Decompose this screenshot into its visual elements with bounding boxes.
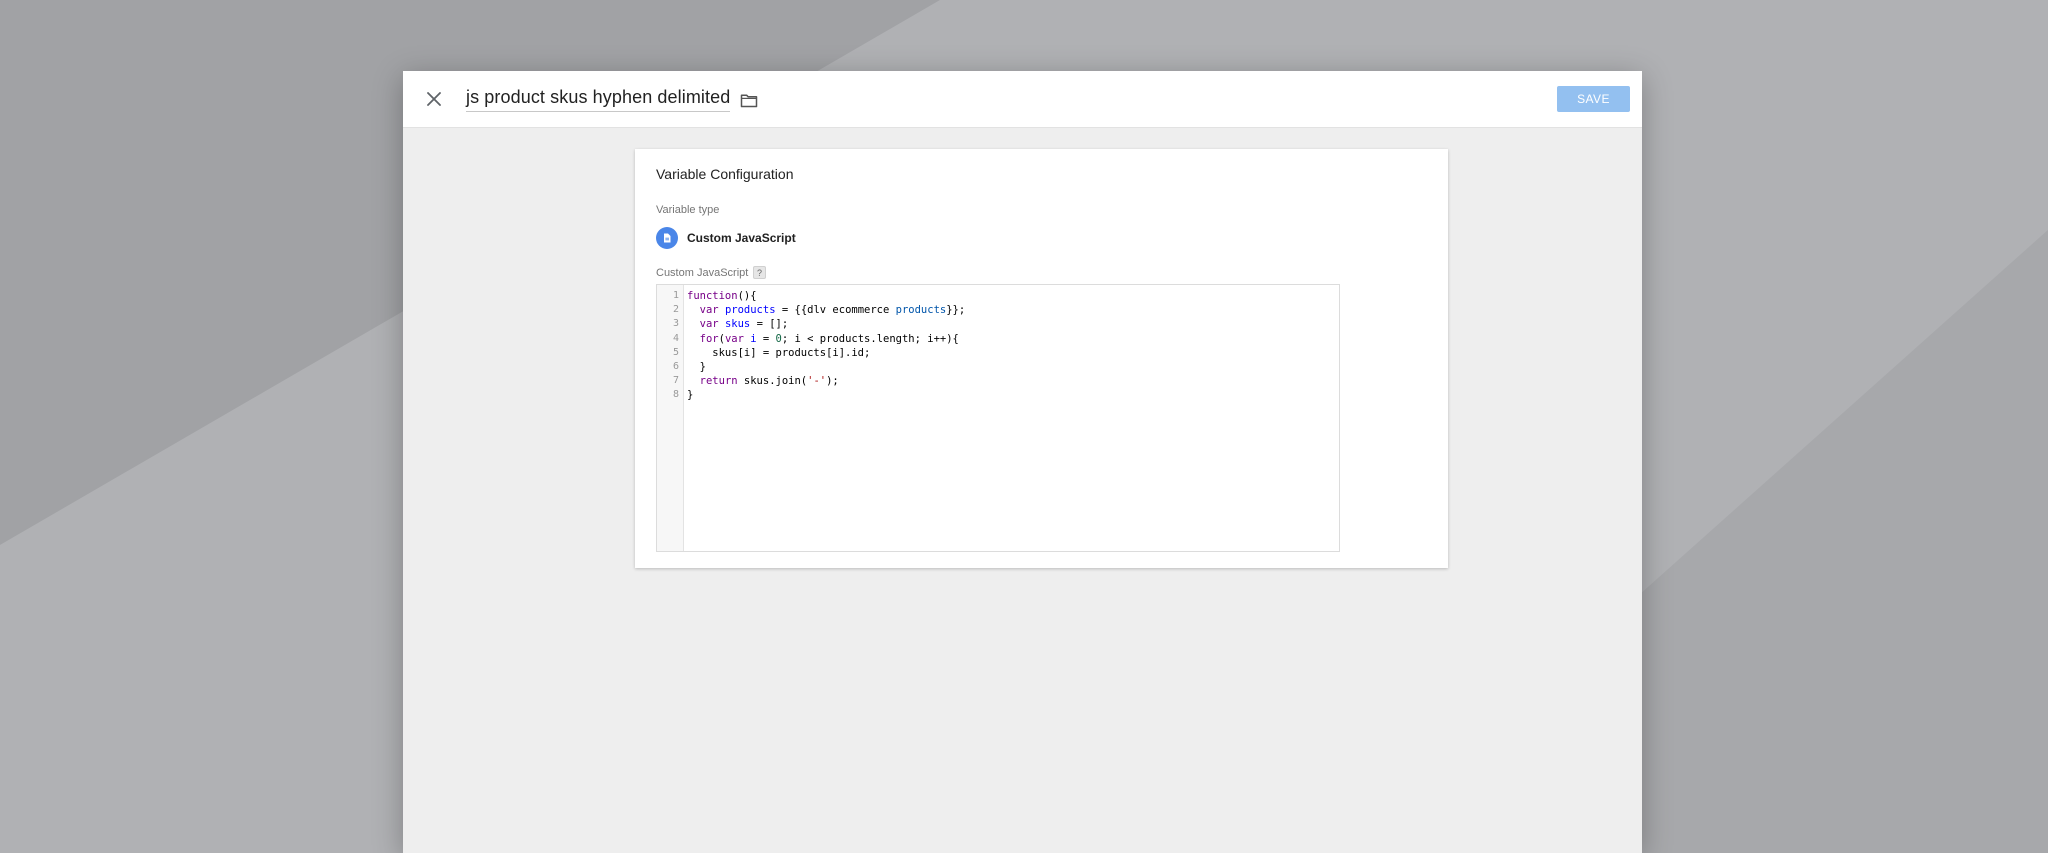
modal-header: js product skus hyphen delimited SAVE: [403, 71, 1642, 128]
card-title: Variable Configuration: [656, 166, 794, 182]
code-field-label: Custom JavaScript: [656, 267, 749, 279]
code-line: }: [687, 389, 694, 402]
close-icon: [427, 92, 441, 106]
variable-type-selector[interactable]: Custom JavaScript: [656, 227, 796, 249]
save-button[interactable]: SAVE: [1557, 86, 1630, 112]
variable-name-field[interactable]: js product skus hyphen delimited: [466, 87, 731, 112]
code-line: skus[i] = products[i].id;: [687, 346, 871, 359]
code-line: for(var i = 0; i < products.length; i++)…: [699, 332, 959, 345]
code-line: var products = {{dlv ecommerce products}…: [699, 304, 966, 317]
help-icon[interactable]: ?: [753, 266, 766, 279]
variable-editor-modal: js product skus hyphen delimited SAVE Va…: [403, 71, 1642, 853]
folder-button[interactable]: [738, 89, 760, 111]
line-number: 5: [672, 346, 679, 358]
line-number: 8: [672, 389, 679, 401]
line-number: 1: [672, 290, 679, 301]
code-line: var skus = [];: [699, 318, 789, 331]
line-number-gutter: 1 2 3 4 5 6 7 8: [657, 285, 684, 551]
close-button[interactable]: [422, 87, 446, 111]
code-editor[interactable]: 1 2 3 4 5 6 7 8 function(){ var products…: [656, 284, 1340, 552]
variable-type-label: Variable type: [656, 204, 720, 216]
line-number: 6: [672, 360, 679, 372]
variable-configuration-card: Variable Configuration Variable type Cus…: [635, 149, 1448, 568]
line-number: 4: [672, 332, 679, 344]
document-code-icon: [656, 227, 678, 249]
line-number: 2: [672, 304, 679, 316]
code-line: return skus.join('-');: [699, 375, 839, 388]
folder-icon: [740, 93, 758, 107]
code-area[interactable]: function(){ var products = {{dlv ecommer…: [684, 285, 1339, 551]
code-line: }: [687, 360, 706, 373]
variable-type-value: Custom JavaScript: [687, 231, 796, 245]
line-number: 3: [672, 318, 679, 330]
line-number: 7: [672, 375, 679, 387]
code-line: function(){: [687, 290, 757, 302]
